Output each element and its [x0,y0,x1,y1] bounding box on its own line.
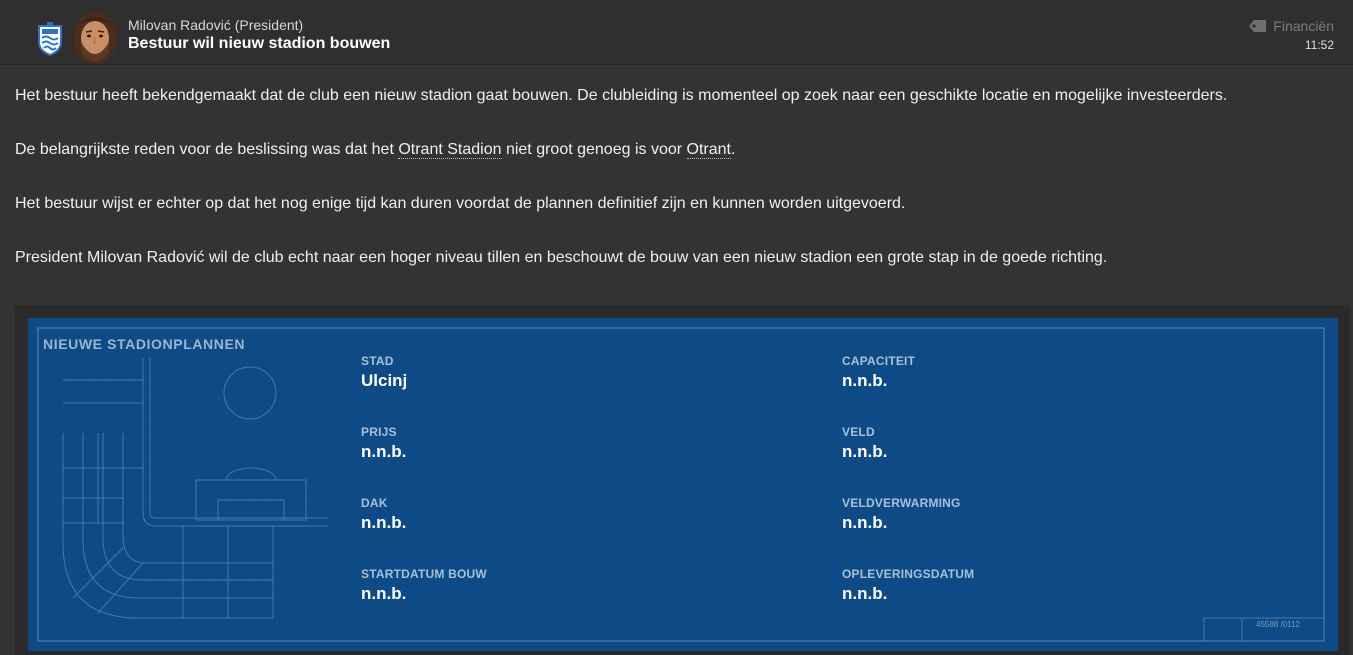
category-text: Financiën [1273,18,1334,34]
field-value: n.n.b. [361,513,407,532]
paragraph-2-text-b: niet groot genoeg is voor [501,141,687,158]
tag-icon [1249,20,1267,32]
sender-name[interactable]: Milovan Radović [128,17,231,33]
sender-role: (President) [234,17,304,33]
paragraph-2: De belangrijkste reden voor de beslissin… [15,136,1335,163]
paragraph-2-text-c: . [730,141,736,158]
field-value: n.n.b. [842,513,888,532]
blueprint-background [37,327,1325,642]
sender: Milovan Radović (President) [128,17,303,33]
field-stad: STAD Ulcinj [361,354,407,391]
field-veldverwarming: VELDVERWARMING n.n.b. [842,496,961,533]
plans-title: NIEUWE STADIONPLANNEN [43,336,246,352]
field-dak: DAK n.n.b. [361,496,406,533]
field-label: DAK [361,496,388,510]
president-avatar[interactable] [70,12,120,66]
paragraph-4: President Milovan Radović wil de club ec… [15,249,1108,266]
field-capaciteit: CAPACITEIT n.n.b. [842,354,915,391]
club-link[interactable]: Otrant [686,141,731,159]
blueprint-stamp: 45588 /0112 [1256,620,1300,629]
paragraph-2-text-a: De belangrijkste reden voor de beslissin… [15,141,399,158]
field-label: CAPACITEIT [842,354,916,368]
field-veld: VELD n.n.b. [842,425,887,462]
message-header: Milovan Radović (President) Bestuur wil n… [0,0,1353,65]
field-startdatum: STARTDATUM BOUW n.n.b. [361,567,487,604]
field-value: n.n.b. [842,371,888,390]
paragraph-1: Het bestuur heeft bekendgemaakt dat de c… [15,87,1228,104]
field-value[interactable]: Ulcinj [361,371,407,391]
field-prijs: PRIJS n.n.b. [361,425,406,462]
field-opleveringsdatum: OPLEVERINGSDATUM n.n.b. [842,567,974,604]
message-subject: Bestuur wil nieuw stadion bouwen [128,35,391,52]
field-label: PRIJS [361,425,397,439]
field-label: VELD [842,425,875,439]
paragraph-3: Het bestuur wijst er echter op dat het n… [15,195,906,212]
field-label: STAD [361,354,394,368]
field-label: OPLEVERINGSDATUM [842,567,975,581]
field-label: STARTDATUM BOUW [361,567,487,581]
field-value: n.n.b. [361,442,407,461]
message-time: 11:52 [1304,38,1334,52]
club-badge-icon[interactable] [36,22,64,57]
message-body: Het bestuur heeft bekendgemaakt dat de c… [15,82,1335,271]
field-value: n.n.b. [842,442,888,461]
field-label: VELDVERWARMING [842,496,961,510]
stadium-plans-panel: NIEUWE STADIONPLANNEN STAD Ulcinj CAPACI… [28,318,1338,651]
field-value: n.n.b. [361,584,407,603]
field-value: n.n.b. [842,584,888,603]
category-label[interactable]: Financiën [1249,18,1334,34]
stadium-link[interactable]: Otrant Stadion [398,141,502,159]
